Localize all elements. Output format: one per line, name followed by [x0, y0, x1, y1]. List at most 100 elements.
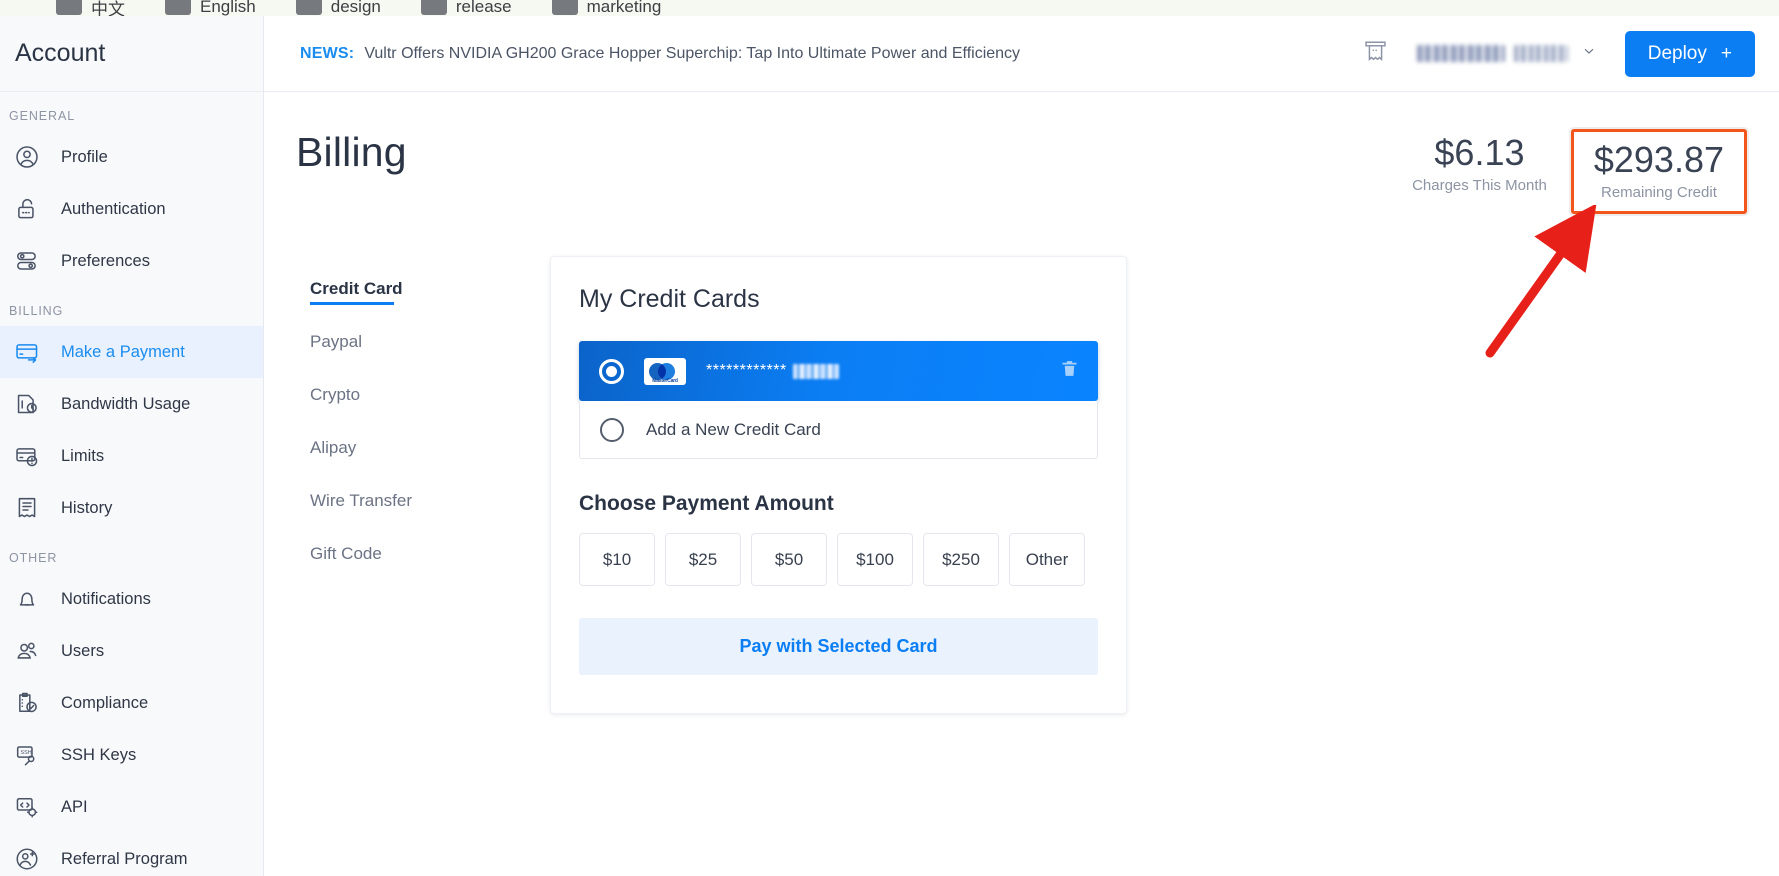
topbar-actions: Deploy +: [1362, 30, 1779, 77]
amount-button-50[interactable]: $50: [751, 533, 827, 587]
bookmark-item[interactable]: English: [165, 0, 256, 16]
sidebar-item-bandwidth-usage[interactable]: Bandwidth Usage: [0, 378, 263, 430]
amount-button-10[interactable]: $10: [579, 533, 655, 587]
sidebar-item-referral-program[interactable]: Referral Program: [0, 833, 263, 876]
tab-credit-card[interactable]: Credit Card: [310, 262, 550, 315]
deploy-label: Deploy: [1647, 42, 1707, 64]
sidebar-section-billing: BILLING: [9, 304, 64, 318]
amount-button-25[interactable]: $25: [665, 533, 741, 587]
pay-with-selected-card-button[interactable]: Pay with Selected Card: [579, 618, 1098, 676]
card-radio-selected[interactable]: [599, 358, 624, 384]
lock-open-icon: [14, 196, 40, 222]
add-new-credit-card-row[interactable]: Add a New Credit Card: [579, 401, 1098, 460]
panel-title: My Credit Cards: [579, 285, 760, 314]
sidebar-title: Account: [15, 39, 106, 67]
card-mask-digits: ************: [706, 362, 787, 380]
tab-alipay[interactable]: Alipay: [310, 421, 550, 474]
main-content: Billing $6.13 Charges This Month $293.87…: [264, 92, 1779, 876]
credit-card-arrow-icon: [14, 339, 40, 365]
sidebar-item-users[interactable]: Users: [0, 625, 263, 677]
sidebar-section-other: OTHER: [9, 551, 58, 565]
tab-wire-transfer[interactable]: Wire Transfer: [310, 474, 550, 527]
sidebar-item-api[interactable]: API: [0, 781, 263, 833]
sidebar-item-label: History: [61, 498, 113, 517]
api-code-gear-icon: [14, 794, 40, 820]
amount-button-other[interactable]: Other: [1009, 533, 1085, 587]
billing-content: Credit Card Paypal Crypto Alipay Wire Tr…: [264, 214, 1779, 715]
sidebar-item-label: Preferences: [61, 251, 150, 270]
sidebar-item-history[interactable]: History: [0, 482, 263, 534]
chevron-down-icon: [1581, 43, 1597, 64]
sidebar-item-make-a-payment[interactable]: Make a Payment: [0, 326, 263, 378]
clipboard-check-icon: [14, 690, 40, 716]
sidebar: Account GENERAL Profile Authentication P…: [0, 16, 264, 876]
bookmark-label: release: [455, 0, 512, 16]
folder-icon: [551, 0, 578, 15]
sidebar-item-label: Users: [61, 641, 105, 660]
bookmark-item[interactable]: 中文: [56, 0, 125, 16]
stat-value: $293.87: [1593, 139, 1724, 180]
card-last4-redacted: [792, 363, 839, 379]
tab-gift-code[interactable]: Gift Code: [310, 527, 550, 580]
bookmark-label: English: [200, 0, 256, 16]
saved-credit-card-row[interactable]: MasterCard ************: [579, 341, 1098, 402]
sidebar-item-label: Compliance: [61, 693, 149, 712]
folder-icon: [165, 0, 191, 15]
bandwidth-usage-icon: [14, 391, 40, 417]
sidebar-item-ssh-keys[interactable]: SSH SSH Keys: [0, 729, 263, 781]
payment-amount-options: $10 $25 $50 $100 $250 Other: [579, 533, 1098, 587]
receipt-icon: [14, 495, 40, 521]
add-card-radio[interactable]: [600, 417, 624, 442]
sidebar-item-notifications[interactable]: Notifications: [0, 573, 263, 625]
tab-crypto[interactable]: Crypto: [310, 368, 550, 421]
browser-bookmarks-bar: 中文 English design release marketing: [0, 0, 1779, 16]
news-banner[interactable]: NEWS: Vultr Offers NVIDIA GH200 Grace Ho…: [300, 45, 1020, 63]
folder-icon: [295, 0, 322, 15]
bell-icon: [14, 586, 40, 612]
account-menu[interactable]: [1416, 43, 1597, 64]
sidebar-item-limits[interactable]: Limits: [0, 430, 263, 482]
amount-button-100[interactable]: $100: [837, 533, 913, 587]
folder-icon: [420, 0, 447, 15]
sidebar-header: Account: [0, 16, 263, 92]
sidebar-item-compliance[interactable]: Compliance: [0, 677, 263, 729]
bookmark-label: 中文: [91, 0, 125, 16]
news-headline: Vultr Offers NVIDIA GH200 Grace Hopper S…: [364, 44, 1021, 62]
sidebar-item-label: Make a Payment: [61, 342, 185, 361]
sidebar-item-authentication[interactable]: Authentication: [0, 183, 263, 235]
account-name-redacted: [1416, 45, 1505, 62]
tab-label: Paypal: [310, 331, 362, 351]
bookmark-item[interactable]: design: [295, 0, 381, 16]
folder-icon: [56, 0, 82, 15]
toggles-icon: [14, 248, 40, 274]
topbar: NEWS: Vultr Offers NVIDIA GH200 Grace Ho…: [264, 16, 1779, 92]
users-icon: [14, 638, 40, 664]
page-title: Billing: [296, 129, 407, 175]
billing-stats: $6.13 Charges This Month $293.87 Remaini…: [1398, 129, 1747, 215]
sidebar-item-label: SSH Keys: [61, 745, 137, 764]
plus-icon: +: [1720, 42, 1732, 64]
ticket-icon[interactable]: [1362, 37, 1389, 70]
account-name-redacted-2: [1513, 45, 1568, 62]
card-limit-icon: [14, 443, 40, 469]
bookmark-item[interactable]: marketing: [551, 0, 661, 16]
tab-label: Wire Transfer: [310, 490, 413, 510]
trash-icon[interactable]: [1059, 357, 1080, 385]
vultr-billing-page: 中文 English design release marketing Acco…: [0, 0, 1779, 876]
sidebar-item-preferences[interactable]: Preferences: [0, 235, 263, 287]
sidebar-item-label: Authentication: [61, 199, 166, 218]
deploy-button[interactable]: Deploy +: [1624, 30, 1755, 77]
stat-label: Charges This Month: [1412, 177, 1547, 195]
amount-button-250[interactable]: $250: [923, 533, 999, 587]
tab-paypal[interactable]: Paypal: [310, 315, 550, 368]
mastercard-icon: MasterCard: [644, 357, 686, 385]
page-header: Billing $6.13 Charges This Month $293.87…: [264, 92, 1779, 215]
sidebar-item-profile[interactable]: Profile: [0, 131, 263, 183]
tab-label: Alipay: [310, 437, 357, 457]
tab-label: Gift Code: [310, 543, 382, 563]
choose-amount-title: Choose Payment Amount: [579, 492, 834, 516]
add-card-label: Add a New Credit Card: [646, 419, 821, 439]
stat-label: Remaining Credit: [1600, 184, 1717, 202]
bookmark-item[interactable]: release: [420, 0, 512, 16]
sidebar-item-label: Referral Program: [61, 849, 188, 868]
